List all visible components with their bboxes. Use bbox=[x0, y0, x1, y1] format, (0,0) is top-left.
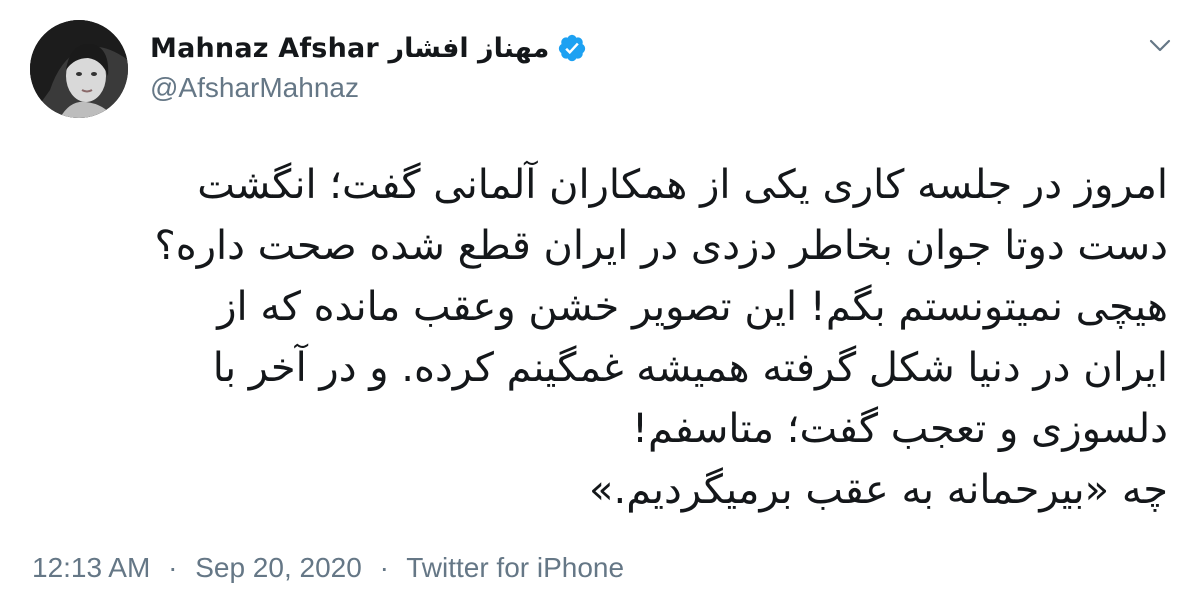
verified-badge-icon bbox=[557, 33, 587, 63]
chevron-down-icon bbox=[1149, 39, 1171, 52]
tweet-card: Mahnaz Afshar مهناز افشار @AfsharMahnaz … bbox=[0, 0, 1200, 614]
meta-separator: · bbox=[379, 552, 389, 583]
meta-separator: · bbox=[168, 552, 178, 583]
tweet-date[interactable]: Sep 20, 2020 bbox=[195, 552, 362, 583]
tweet-author: Mahnaz Afshar مهناز افشار @AfsharMahnaz bbox=[150, 28, 587, 104]
tweet-metadata: 12:13 AM · Sep 20, 2020 · Twitter for iP… bbox=[32, 552, 624, 584]
author-name-row: Mahnaz Afshar مهناز افشار bbox=[150, 28, 587, 68]
tweet-menu-button[interactable] bbox=[1140, 28, 1180, 62]
author-handle[interactable]: @AfsharMahnaz bbox=[150, 72, 587, 104]
tweet-body-text: امروز در جلسه کاری یکی از همکاران آلمانی… bbox=[154, 162, 1169, 513]
tweet-time[interactable]: 12:13 AM bbox=[32, 552, 150, 583]
profile-photo bbox=[30, 20, 128, 118]
author-display-name[interactable]: Mahnaz Afshar مهناز افشار bbox=[150, 33, 549, 64]
avatar[interactable] bbox=[30, 20, 128, 118]
tweet-source-link[interactable]: Twitter for iPhone bbox=[406, 552, 624, 583]
